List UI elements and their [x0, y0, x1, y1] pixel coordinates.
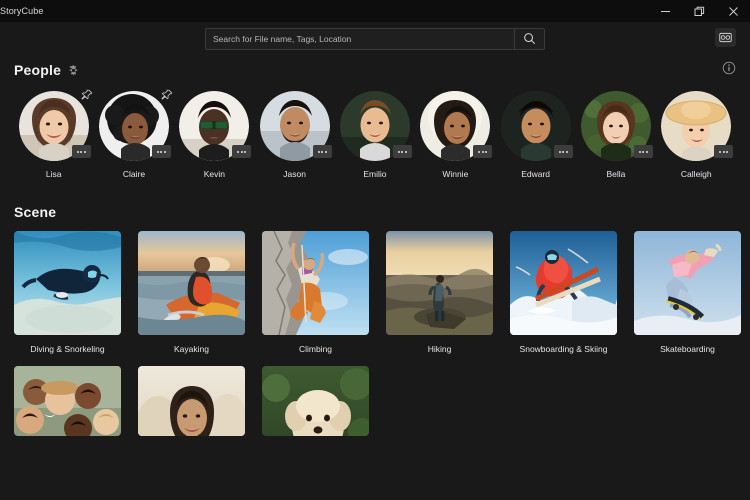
info-icon[interactable] — [722, 61, 736, 80]
pin-icon[interactable] — [79, 87, 95, 103]
scene-label: Skateboarding — [634, 344, 741, 354]
scene-card[interactable]: Kayaking — [138, 231, 245, 354]
person-card[interactable]: Calleigh — [657, 91, 736, 179]
person-name: Claire — [123, 169, 145, 179]
close-button[interactable] — [716, 0, 750, 22]
person-card[interactable]: Bella — [576, 91, 655, 179]
scene-card[interactable]: Skateboarding — [634, 231, 741, 354]
person-card[interactable]: Claire — [94, 91, 173, 179]
person-card[interactable]: Lisa — [14, 91, 93, 179]
person-card[interactable]: Jason — [255, 91, 334, 179]
more-options-button[interactable] — [473, 145, 492, 158]
person-name: Calleigh — [681, 169, 712, 179]
more-options-button[interactable] — [232, 145, 251, 158]
avatar-wrap — [19, 91, 89, 161]
more-options-button[interactable] — [714, 145, 733, 158]
person-name: Bella — [607, 169, 626, 179]
photo-thumbnail[interactable] — [14, 366, 121, 436]
restore-button[interactable] — [682, 0, 716, 22]
scene-section-header: Scene — [14, 197, 736, 227]
scene-label: Climbing — [262, 344, 369, 354]
app-window: StoryCube — [0, 0, 750, 500]
more-options-button[interactable] — [634, 145, 653, 158]
photo-thumbnail[interactable] — [262, 366, 369, 436]
media-view-icon[interactable] — [715, 28, 736, 47]
title-bar: StoryCube — [0, 0, 750, 22]
scene-thumbnail[interactable] — [14, 231, 121, 335]
scene-card[interactable]: Hiking — [386, 231, 493, 354]
avatar-wrap — [260, 91, 330, 161]
people-section-title: People — [14, 62, 61, 78]
person-card[interactable]: Winnie — [416, 91, 495, 179]
search-box[interactable] — [205, 28, 545, 50]
more-options-button[interactable] — [152, 145, 171, 158]
scene-thumbnail[interactable] — [386, 231, 493, 335]
more-options-button[interactable] — [313, 145, 332, 158]
scene-card[interactable]: Climbing — [262, 231, 369, 354]
content-area: People — [0, 55, 750, 500]
window-controls — [648, 0, 750, 22]
avatar-wrap — [661, 91, 731, 161]
more-options-button[interactable] — [72, 145, 91, 158]
scene-label: Snowboarding & Skiing — [510, 344, 617, 354]
avatar-wrap — [99, 91, 169, 161]
avatar-wrap — [340, 91, 410, 161]
people-row: Lisa — [14, 91, 736, 179]
scene-label: Diving & Snorkeling — [14, 344, 121, 354]
avatar-wrap — [420, 91, 490, 161]
photo-thumbnail[interactable] — [138, 366, 245, 436]
person-card[interactable]: Kevin — [175, 91, 254, 179]
avatar-wrap — [179, 91, 249, 161]
person-name: Lisa — [46, 169, 62, 179]
people-section-header: People — [14, 55, 736, 85]
person-card[interactable]: Emilio — [335, 91, 414, 179]
person-card[interactable]: Edward — [496, 91, 575, 179]
pin-icon[interactable] — [159, 87, 175, 103]
bottom-thumbnail-row — [14, 366, 736, 436]
search-bar-row — [0, 22, 750, 55]
scene-thumbnail[interactable] — [262, 231, 369, 335]
gear-icon[interactable] — [68, 65, 79, 76]
scene-thumbnail[interactable] — [510, 231, 617, 335]
scene-card[interactable]: Diving & Snorkeling — [14, 231, 121, 354]
more-options-button[interactable] — [554, 145, 573, 158]
scene-section-title: Scene — [14, 204, 56, 220]
avatar-wrap — [501, 91, 571, 161]
search-icon[interactable] — [514, 29, 544, 49]
more-options-button[interactable] — [393, 145, 412, 158]
minimize-button[interactable] — [648, 0, 682, 22]
scene-card[interactable]: Snowboarding & Skiing — [510, 231, 617, 354]
person-name: Emilio — [363, 169, 386, 179]
search-input[interactable] — [206, 29, 514, 49]
scene-thumbnail[interactable] — [634, 231, 741, 335]
person-name: Winnie — [442, 169, 468, 179]
person-name: Jason — [283, 169, 306, 179]
scene-thumbnail[interactable] — [138, 231, 245, 335]
scene-label: Hiking — [386, 344, 493, 354]
avatar-wrap — [581, 91, 651, 161]
scene-row: Diving & Snorkeling — [14, 231, 736, 354]
scene-label: Kayaking — [138, 344, 245, 354]
app-title: StoryCube — [0, 6, 43, 16]
person-name: Kevin — [204, 169, 225, 179]
person-name: Edward — [521, 169, 550, 179]
